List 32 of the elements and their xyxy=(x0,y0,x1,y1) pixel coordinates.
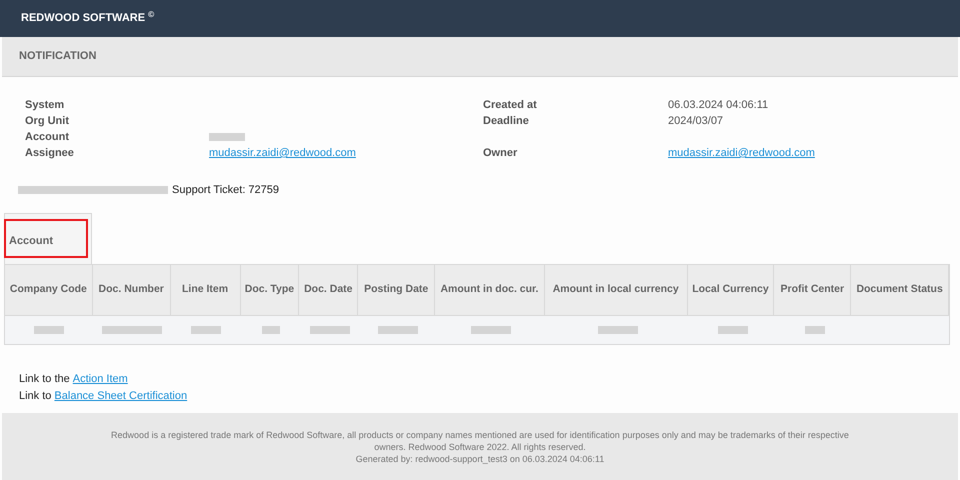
field-label: Assignee xyxy=(25,147,74,159)
section-title: NOTIFICATION xyxy=(19,49,96,64)
column-header: Doc. Type xyxy=(240,265,300,315)
field-label: Account xyxy=(25,131,69,143)
field-value: 06.03.2024 04:06:11 xyxy=(668,98,768,113)
field-label: Org Unit xyxy=(25,115,69,127)
generated-by: Generated by: redwood-support_test3 on 06.03.2024 04:06:11 xyxy=(356,453,604,465)
link-prefix: Link to xyxy=(19,389,52,404)
column-header: Line Item xyxy=(170,265,240,315)
ticket-text: Support Ticket: 72759 xyxy=(172,182,280,198)
email-link[interactable]: mudassir.zaidi@redwood.com xyxy=(209,145,356,161)
column-header: Amount in doc. cur. xyxy=(435,265,545,315)
brand-title: REDWOOD SOFTWARE $^{©}$ xyxy=(21,10,154,26)
column-header: Local Currency xyxy=(688,265,774,315)
field-label: Owner xyxy=(483,147,518,159)
column-header: Doc. Date xyxy=(299,265,358,315)
column-header: Company Code xyxy=(5,265,93,315)
email-link[interactable]: mudassir.zaidi@redwood.com xyxy=(668,145,815,161)
field-label: System xyxy=(25,99,64,111)
trademark-notice: Redwood is a registered trade mark of Redwood Software, all products or company names mentioned are used for identification purposes only and may be trademarks of their respective owners. Redwood Software 2022. All rights reserved. xyxy=(110,429,850,453)
link-prefix: Link to the xyxy=(19,372,70,387)
column-header: Posting Date xyxy=(358,265,436,315)
column-header: Doc. Number xyxy=(92,265,171,315)
page-link[interactable]: Action Item xyxy=(72,371,128,388)
field-value: 2024/03/07 xyxy=(668,114,724,129)
field-label: Created at xyxy=(483,99,537,111)
redacted-block xyxy=(209,133,245,141)
page-link[interactable]: Balance Sheet Certification xyxy=(54,388,188,405)
column-header: Amount in local currency xyxy=(544,265,688,315)
column-header: Document Status xyxy=(851,265,950,315)
field-label: Deadline xyxy=(483,115,529,127)
column-header: Profit Center xyxy=(774,265,852,315)
